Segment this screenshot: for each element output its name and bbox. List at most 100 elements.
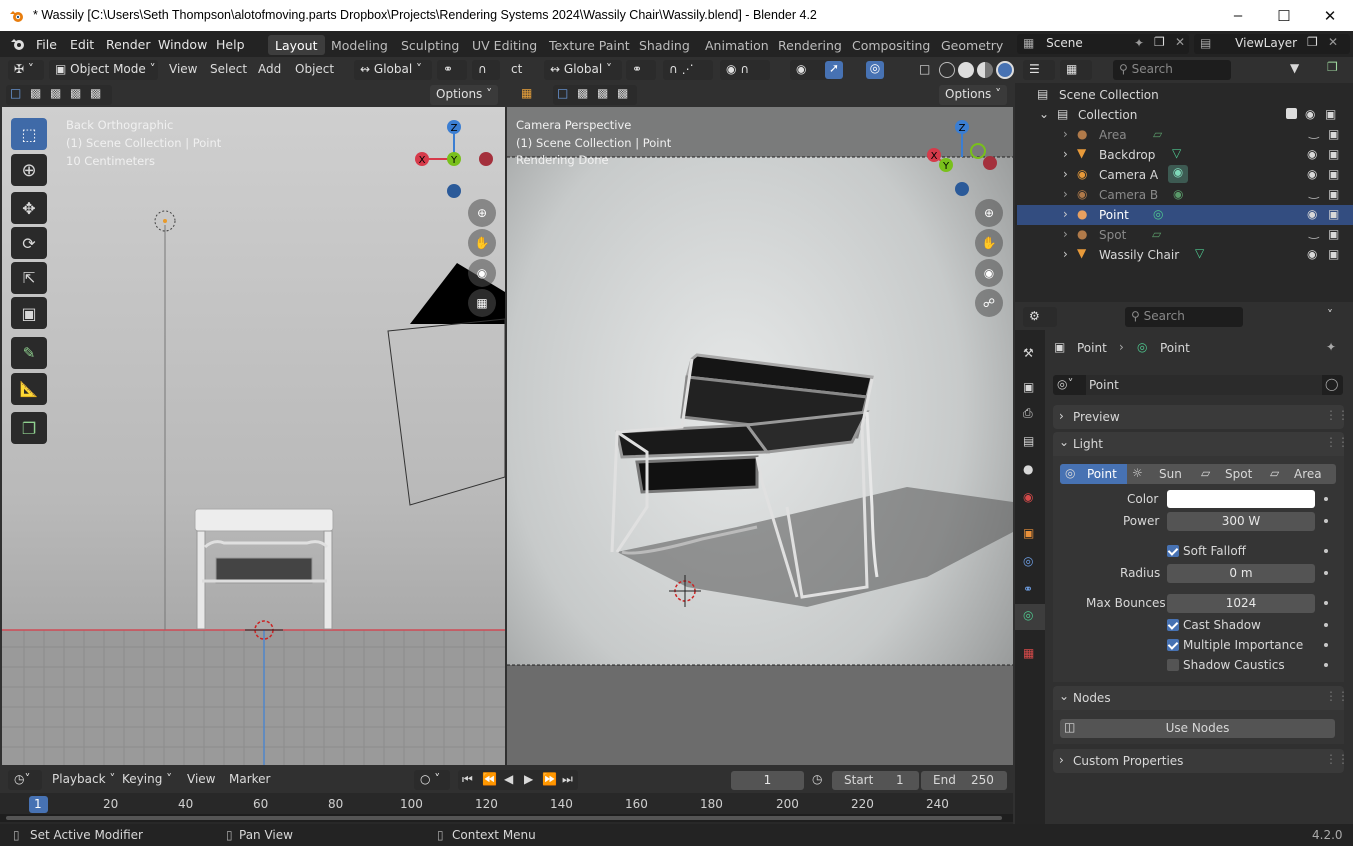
select-extend-icon[interactable]: ▩ bbox=[30, 86, 41, 100]
marker-menu[interactable]: Marker bbox=[225, 770, 274, 790]
light-data-tab[interactable]: ◎ bbox=[1015, 604, 1045, 630]
chevron-right-icon[interactable]: › bbox=[1063, 167, 1068, 181]
menu-file[interactable]: File bbox=[36, 37, 57, 52]
texture-tab-icon[interactable]: ▦ bbox=[1023, 646, 1034, 660]
transform-tool[interactable]: ▣ bbox=[11, 297, 47, 329]
max-bounces-field[interactable]: 1024 bbox=[1167, 594, 1315, 613]
right-3d-viewport[interactable]: Camera Perspective (1) Scene Collection … bbox=[507, 107, 1013, 765]
keyframe-dot[interactable] bbox=[1324, 497, 1328, 501]
zoom-button[interactable]: ⊕ bbox=[468, 199, 496, 227]
wireframe-shading-icon[interactable] bbox=[939, 62, 955, 78]
chevron-down-icon[interactable]: ˅ bbox=[1327, 308, 1333, 322]
right-snap-group[interactable]: ∩ ⋰ bbox=[663, 60, 713, 80]
pivot-dropdown[interactable]: ⚭ bbox=[437, 60, 467, 80]
properties-search-input[interactable]: ⚲ Search bbox=[1125, 307, 1243, 327]
camera-render-icon[interactable]: ▣ bbox=[1328, 167, 1339, 181]
menu-object[interactable]: Object bbox=[291, 60, 338, 80]
right-zoom-button[interactable]: ⊕ bbox=[975, 199, 1003, 227]
pin-icon[interactable]: ✦ bbox=[1134, 36, 1144, 50]
light-panel-header[interactable]: ⌄ Light ⋮⋮ bbox=[1053, 432, 1349, 456]
tab-sculpting[interactable]: Sculpting bbox=[394, 35, 466, 55]
outliner-item-area[interactable]: › ● Area ▱ ‿ ▣ bbox=[1017, 125, 1353, 145]
gizmo-toggle[interactable]: ➚ bbox=[825, 61, 843, 79]
right-orientation-dropdown[interactable]: ↭ Global ˅ bbox=[544, 60, 622, 80]
chevron-right-icon[interactable]: › bbox=[1063, 147, 1068, 161]
chevron-right-icon[interactable]: › bbox=[1063, 127, 1068, 141]
keyframe-dot[interactable] bbox=[1324, 663, 1328, 667]
minimize-button[interactable]: – bbox=[1215, 0, 1261, 31]
close-button[interactable]: ✕ bbox=[1307, 0, 1353, 31]
selection-mode-group[interactable]: □ ▩ ▩ ▩ ▩ bbox=[6, 85, 112, 105]
add-cube-tool[interactable]: ❐ bbox=[11, 412, 47, 444]
timeline-view-menu[interactable]: View bbox=[183, 770, 219, 790]
jump-start-icon[interactable]: ⏮ bbox=[462, 772, 473, 787]
right-selection-mode-group[interactable]: □ ▩ ▩ ▩ bbox=[553, 85, 637, 105]
shadow-caustics-checkbox[interactable] bbox=[1167, 659, 1179, 671]
next-keyframe-icon[interactable]: ⏩ bbox=[542, 772, 557, 786]
measure-tool[interactable]: 📐 bbox=[11, 373, 47, 405]
scene-tab-icon[interactable]: ● bbox=[1023, 462, 1033, 476]
scale-tool[interactable]: ⇱ bbox=[11, 262, 47, 294]
light-type-area[interactable]: ▱ Area bbox=[1265, 464, 1336, 484]
use-nodes-button[interactable]: ◫ Use Nodes bbox=[1060, 719, 1335, 738]
power-field[interactable]: 300 W bbox=[1167, 512, 1315, 531]
auto-keying-toggle[interactable]: ○ ˅ bbox=[414, 770, 450, 790]
eye-icon[interactable]: ◉ bbox=[1307, 167, 1317, 181]
playback-menu[interactable]: Playback ˅ bbox=[48, 770, 119, 790]
proportional-edit-group[interactable]: ◉ ∩ bbox=[720, 60, 770, 80]
play-reverse-icon[interactable]: ◀ bbox=[504, 772, 513, 786]
object-tab-icon[interactable]: ▣ bbox=[1023, 526, 1034, 540]
eye-icon[interactable]: ◉ bbox=[1305, 107, 1315, 121]
end-frame-field[interactable]: End 250 bbox=[921, 771, 1007, 790]
outliner-editor-type[interactable]: ☰ bbox=[1023, 60, 1055, 80]
transform-orientation-dropdown[interactable]: ↭ Global ˅ bbox=[354, 60, 432, 80]
pin-icon[interactable]: ✦ bbox=[1326, 340, 1336, 354]
maximize-button[interactable]: ☐ bbox=[1261, 0, 1307, 31]
hidden-eye-icon[interactable]: ‿ bbox=[1309, 125, 1319, 139]
jump-end-icon[interactable]: ⏭ bbox=[562, 772, 573, 787]
navigation-gizmo[interactable]: Z X Y bbox=[412, 117, 497, 202]
cursor-tool[interactable]: ⊕ bbox=[11, 154, 47, 186]
material-shading-icon[interactable] bbox=[977, 62, 993, 78]
truncated-menu[interactable]: ct bbox=[507, 60, 526, 80]
outliner-item-spot[interactable]: › ● Spot ▱ ‿ ▣ bbox=[1017, 225, 1353, 245]
tab-animation[interactable]: Animation bbox=[698, 35, 776, 55]
keyframe-dot[interactable] bbox=[1324, 601, 1328, 605]
left-3d-viewport[interactable]: Back Orthographic (1) Scene Collection |… bbox=[2, 107, 505, 765]
light-type-point[interactable]: ◎ Point bbox=[1060, 464, 1127, 484]
camera-render-icon[interactable]: ▣ bbox=[1328, 207, 1339, 221]
editor-type-dropdown[interactable]: ✠ ˅ bbox=[8, 60, 44, 80]
outliner-item-camera-b[interactable]: › ◉ Camera B ◉ ‿ ▣ bbox=[1017, 185, 1353, 205]
properties-editor-type[interactable]: ⚙ bbox=[1023, 307, 1057, 327]
light-datablock-selector[interactable]: ◎˅ Point ◯ bbox=[1053, 375, 1343, 395]
drag-handle-icon[interactable]: ⋮⋮ bbox=[1325, 408, 1349, 422]
tab-geometry-nodes[interactable]: Geometry No bbox=[934, 35, 1008, 55]
menu-select[interactable]: Select bbox=[206, 60, 251, 80]
timeline-editor-type[interactable]: ◷˅ bbox=[8, 770, 42, 790]
tab-shading[interactable]: Shading bbox=[632, 35, 697, 55]
soft-falloff-checkbox[interactable] bbox=[1167, 545, 1179, 557]
tab-texture-paint[interactable]: Texture Paint bbox=[542, 35, 637, 55]
keying-menu[interactable]: Keying ˅ bbox=[118, 770, 176, 790]
scrollbar-thumb[interactable] bbox=[6, 816, 1002, 820]
light-type-sun[interactable]: ☼ Sun bbox=[1127, 464, 1196, 484]
select-new-icon[interactable]: □ bbox=[10, 86, 21, 100]
color-swatch[interactable] bbox=[1167, 490, 1315, 508]
chevron-right-icon[interactable]: › bbox=[1063, 227, 1068, 241]
right-navigation-gizmo[interactable]: Z X Y bbox=[922, 117, 1007, 202]
keyframe-dot[interactable] bbox=[1324, 643, 1328, 647]
tab-uv-editing[interactable]: UV Editing bbox=[465, 35, 544, 55]
light-type-spot[interactable]: ▱ Spot bbox=[1196, 464, 1265, 484]
outliner-item-point[interactable]: › ● Point ◎ ◉ ▣ bbox=[1017, 205, 1353, 225]
menu-edit[interactable]: Edit bbox=[70, 37, 94, 52]
chevron-down-icon[interactable]: ⌄ bbox=[1039, 107, 1049, 121]
render-tab-icon[interactable]: ▣ bbox=[1023, 380, 1034, 394]
tool-tab-icon[interactable]: ⚒ bbox=[1023, 346, 1034, 360]
right-pivot-dropdown[interactable]: ⚭ bbox=[626, 60, 656, 80]
world-tab-icon[interactable]: ◉ bbox=[1023, 490, 1033, 504]
menu-view[interactable]: View bbox=[165, 60, 201, 80]
stopwatch-icon[interactable]: ◷ bbox=[812, 772, 822, 786]
blender-menu-icon[interactable] bbox=[9, 36, 27, 52]
outliner-item-backdrop[interactable]: › ▼ Backdrop ▽ ◉ ▣ bbox=[1017, 145, 1353, 165]
ortho-toggle-button[interactable]: ▦ bbox=[468, 289, 496, 317]
